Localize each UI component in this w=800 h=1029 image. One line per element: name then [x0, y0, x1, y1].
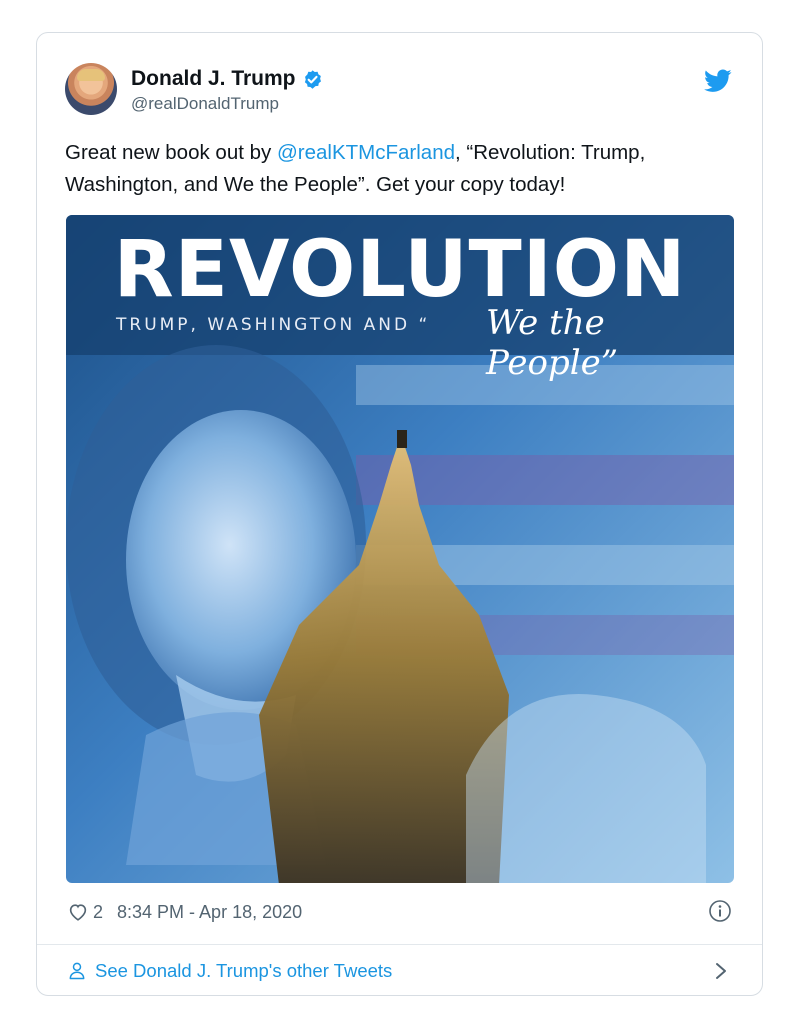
like-count[interactable]: 2 — [93, 902, 103, 923]
verified-badge-icon — [304, 69, 321, 89]
person-icon — [69, 962, 85, 980]
tweet-text: Great new book out by @realKTMcFarland, … — [65, 137, 732, 201]
author-block: Donald J. Trump @realDonaldTrump — [131, 67, 323, 114]
tweet-meta: 2 8:34 PM - Apr 18, 2020 — [67, 899, 732, 925]
tweet-card: Donald J. Trump @realDonaldTrump Great n… — [36, 32, 763, 996]
cover-script-title: We the People” — [486, 303, 619, 383]
tweet-text-before: Great new book out by — [65, 141, 277, 164]
chevron-right-icon[interactable] — [714, 961, 728, 981]
avatar[interactable] — [65, 63, 117, 115]
author-name[interactable]: Donald J. Trump — [131, 67, 296, 91]
other-tweets-link[interactable]: See Donald J. Trump's other Tweets — [67, 957, 732, 985]
divider — [37, 944, 762, 945]
other-tweets-label[interactable]: See Donald J. Trump's other Tweets — [95, 960, 392, 982]
twitter-bird-icon[interactable] — [704, 69, 732, 93]
info-icon[interactable] — [708, 899, 732, 923]
mention-link[interactable]: @realKTMcFarland — [277, 141, 455, 164]
tweet-media-image[interactable]: REVOLUTION TRUMP, WASHINGTON AND “ We th… — [66, 215, 734, 883]
heart-icon[interactable] — [67, 901, 89, 923]
tweet-header: Donald J. Trump @realDonaldTrump — [65, 63, 734, 119]
timestamp-link[interactable]: 8:34 PM - Apr 18, 2020 — [117, 902, 302, 923]
cover-subtitle: TRUMP, WASHINGTON AND “ — [116, 315, 431, 335]
author-handle[interactable]: @realDonaldTrump — [131, 94, 323, 114]
cover-title: REVOLUTION — [113, 225, 687, 315]
